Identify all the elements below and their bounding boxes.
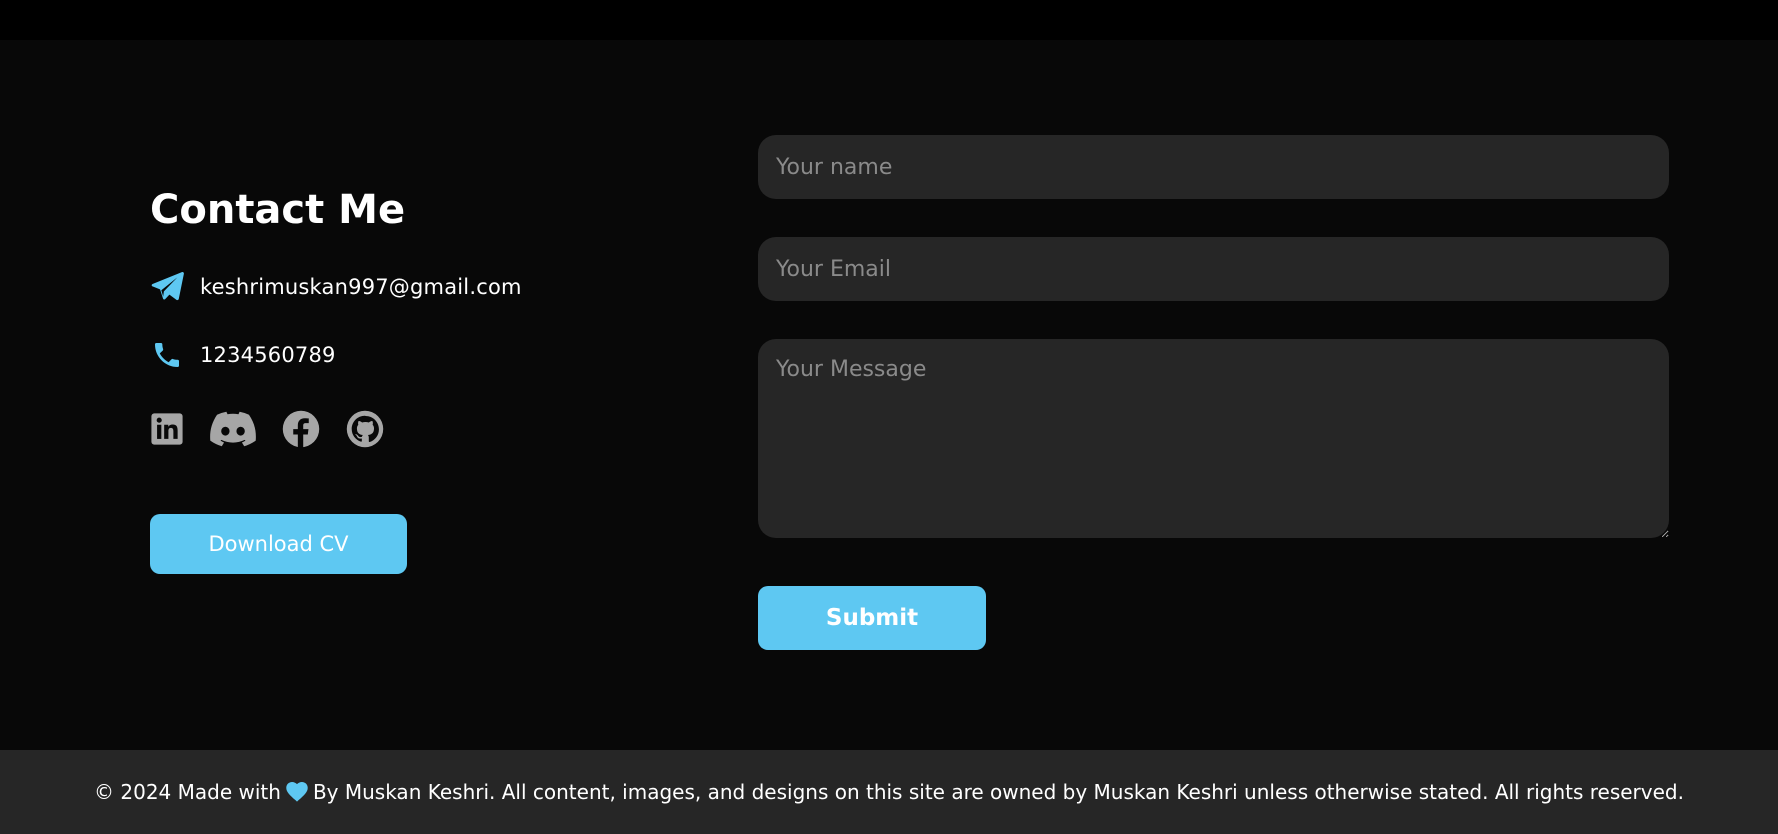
heart-icon (286, 782, 308, 802)
phone-text: 1234560789 (200, 343, 336, 367)
submit-button[interactable]: Submit (758, 586, 986, 650)
contact-info: Contact Me keshrimuskan997@gmail.com 123… (150, 190, 670, 574)
footer-suffix: By Muskan Keshri. All content, images, a… (312, 780, 1684, 804)
social-links (150, 410, 670, 448)
email-row: keshrimuskan997@gmail.com (150, 270, 670, 304)
facebook-icon[interactable] (282, 410, 320, 448)
footer-prefix: © 2024 Made with (94, 780, 281, 804)
paper-plane-icon (150, 270, 184, 304)
top-strip (0, 0, 1778, 40)
linkedin-icon[interactable] (150, 410, 184, 448)
name-input[interactable] (758, 135, 1669, 199)
contact-title: Contact Me (150, 187, 406, 233)
phone-row: 1234560789 (150, 338, 670, 372)
discord-icon[interactable] (210, 410, 256, 448)
email-input[interactable] (758, 237, 1669, 301)
contact-section: Contact Me keshrimuskan997@gmail.com 123… (0, 40, 1778, 750)
footer: © 2024 Made with By Muskan Keshri. All c… (0, 750, 1778, 834)
github-icon[interactable] (346, 410, 384, 448)
contact-form: Submit (758, 135, 1669, 650)
phone-icon (150, 338, 184, 372)
message-textarea[interactable] (758, 339, 1669, 538)
email-text: keshrimuskan997@gmail.com (200, 275, 522, 299)
download-cv-button[interactable]: Download CV (150, 514, 407, 574)
